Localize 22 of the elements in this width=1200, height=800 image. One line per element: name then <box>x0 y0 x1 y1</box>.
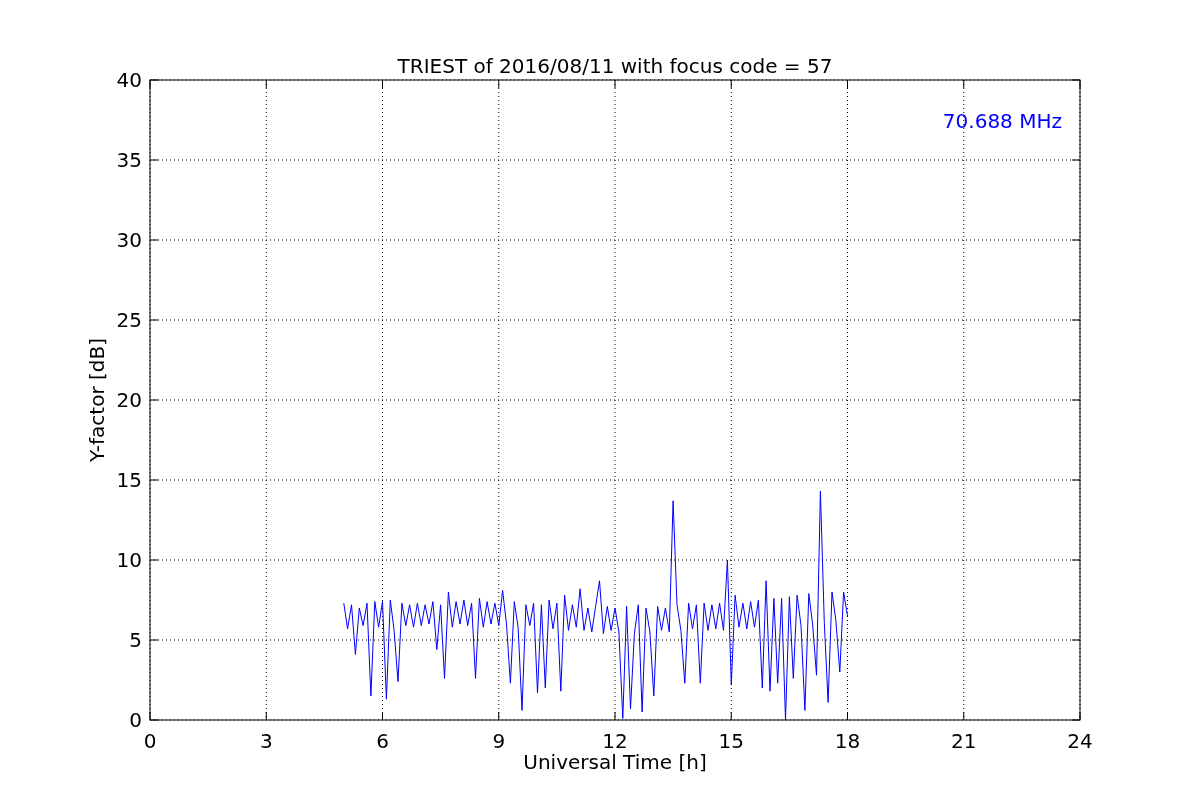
x-axis-label: Universal Time [h] <box>523 750 707 774</box>
tick-label: 30 <box>116 228 142 252</box>
tick-label: 0 <box>129 708 142 732</box>
tick-label: 21 <box>951 729 977 753</box>
tick-label: 18 <box>834 729 861 753</box>
tick-label: 15 <box>718 729 744 753</box>
tick-label: 24 <box>1067 729 1093 753</box>
y-axis-label: Y-factor [dB] <box>85 338 109 462</box>
tick-label: 5 <box>129 628 142 652</box>
tick-label: 9 <box>492 729 506 753</box>
tick-label: 25 <box>116 308 142 332</box>
tick-label: 0 <box>143 729 157 753</box>
chart-title: TRIEST of 2016/08/11 with focus code = 57 <box>397 54 833 78</box>
legend-label: 70.688 MHz <box>942 109 1062 133</box>
tick-label: 3 <box>259 729 273 753</box>
tick-label: 15 <box>116 468 142 492</box>
tick-label: 20 <box>116 388 142 412</box>
tick-label: 10 <box>116 548 142 572</box>
tick-label: 35 <box>116 148 142 172</box>
tick-label: 12 <box>602 729 628 753</box>
tick-label: 40 <box>116 68 142 92</box>
tick-label: 6 <box>376 729 389 753</box>
